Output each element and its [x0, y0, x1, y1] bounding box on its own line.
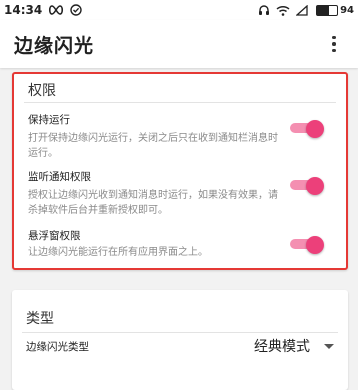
battery-icon: [316, 4, 339, 16]
setting-desc: 打开保持边缘闪光运行，关闭之后只在收到通知栏消息时运行。: [28, 133, 278, 159]
app-title: 边缘闪光: [14, 34, 95, 57]
permissions-title: 权限: [28, 83, 56, 99]
setting-desc: 授权让边缘闪光收到通知消息时运行，如果没有效果，请杀掉软件后台并重新授权即可。: [28, 190, 278, 216]
battery-level: 94: [340, 4, 354, 16]
setting-desc: 让边缘闪光能运行在所有应用界面之上。: [28, 247, 208, 258]
flash-type-label: 边缘闪光类型: [26, 340, 89, 353]
flash-type-select[interactable]: 边缘闪光类型 经典模式: [26, 336, 334, 356]
setting-notification-access[interactable]: 监听通知权限 授权让边缘闪光收到通知消息时运行，如果没有效果，请杀掉软件后台并重…: [14, 169, 346, 218]
status-bar: 14:34 94: [0, 0, 358, 20]
type-card: 类型 边缘闪光类型 经典模式: [12, 290, 348, 390]
headphones-icon: [259, 5, 270, 15]
app-bar: 边缘闪光: [0, 20, 358, 68]
permissions-card: 权限 保持运行 打开保持边缘闪光运行，关闭之后只在收到通知栏消息时运行。 监听通…: [12, 72, 348, 270]
notification-access-toggle[interactable]: [290, 177, 324, 195]
flash-type-value[interactable]: 经典模式: [254, 336, 310, 356]
divider: [24, 102, 336, 103]
keep-running-toggle[interactable]: [290, 120, 324, 138]
wifi-icon: [276, 5, 290, 16]
signal-icon: [296, 4, 308, 16]
more-options-icon[interactable]: [324, 32, 344, 56]
type-title: 类型: [26, 311, 54, 327]
setting-title: 悬浮窗权限: [28, 230, 81, 242]
overlay-permission-toggle[interactable]: [290, 236, 324, 254]
check-circle-icon: [70, 4, 82, 16]
setting-title: 保持运行: [28, 114, 70, 126]
setting-title: 监听通知权限: [28, 171, 91, 183]
infinity-icon: [49, 5, 64, 15]
status-time: 14:34: [4, 3, 43, 17]
dropdown-caret-icon[interactable]: [324, 343, 334, 349]
divider: [22, 332, 338, 333]
setting-overlay-permission[interactable]: 悬浮窗权限 让边缘闪光能运行在所有应用界面之上。: [14, 228, 346, 260]
setting-keep-running[interactable]: 保持运行 打开保持边缘闪光运行，关闭之后只在收到通知栏消息时运行。: [14, 112, 346, 161]
